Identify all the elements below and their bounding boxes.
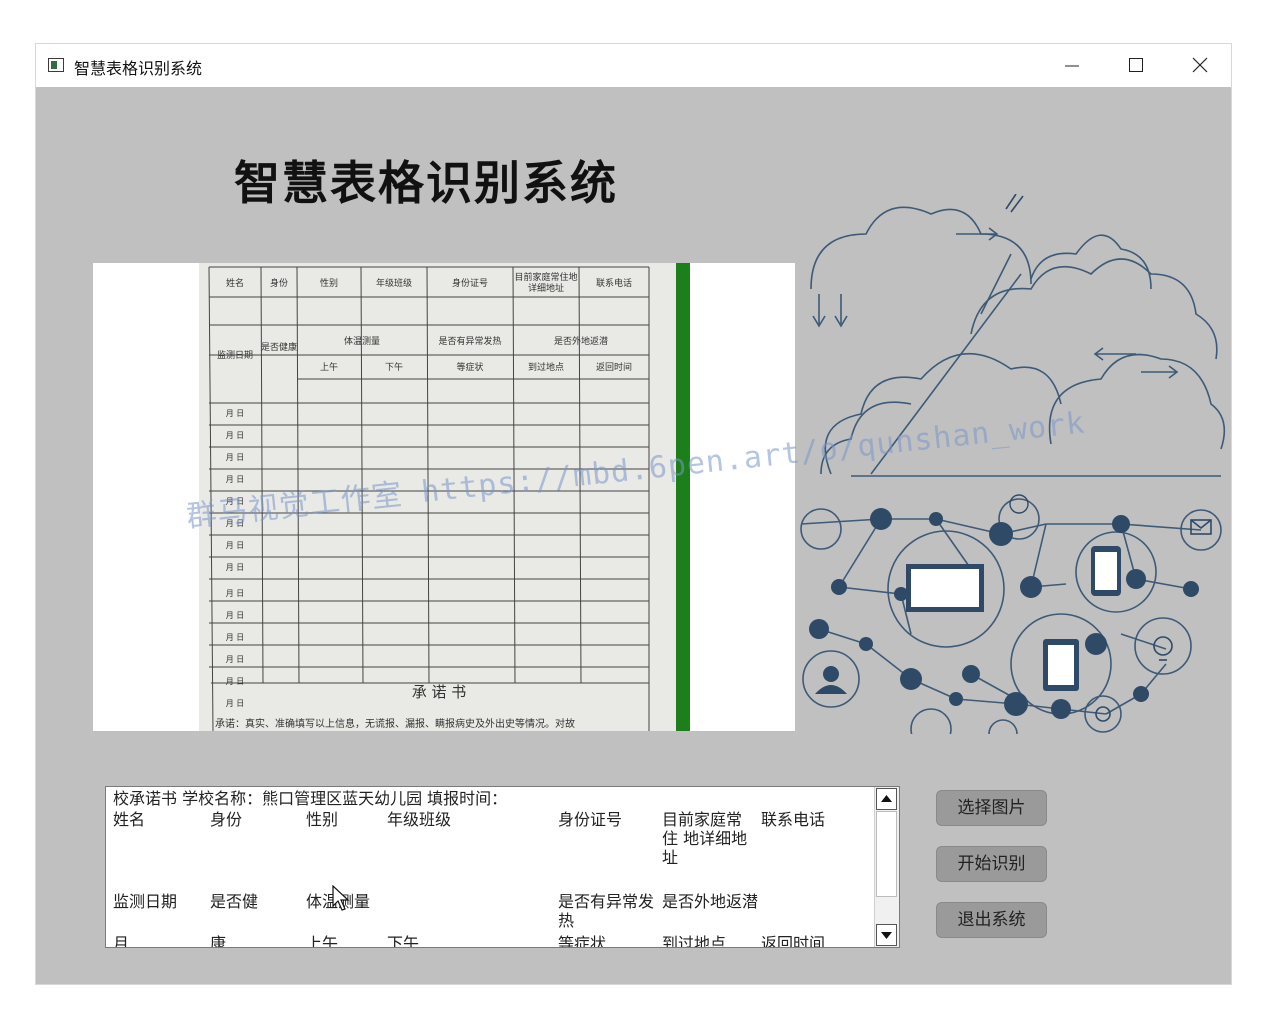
minimize-icon	[1065, 65, 1079, 67]
form-cell-text: 月 日	[225, 563, 245, 572]
form-cell-text: 月 日	[225, 655, 245, 664]
form-cell-text: 等症状	[456, 363, 484, 373]
app-icon	[48, 58, 64, 72]
title-bar[interactable]: 智慧表格识别系统	[36, 44, 1231, 87]
window-title: 智慧表格识别系统	[74, 59, 203, 78]
pledge-text: 承诺：真实、准确填写以上信息，无谎报、漏报、瞒报病史及外出史等情况。对故	[215, 719, 575, 730]
form-cell-text: 月 日	[225, 611, 245, 620]
result-text-cell: 等症状	[558, 934, 607, 948]
close-button[interactable]	[1168, 44, 1232, 87]
form-cell-text: 月 日	[225, 589, 245, 598]
form-cell-text: 月 日	[225, 541, 245, 550]
form-cell-text: 联系电话	[595, 279, 632, 289]
form-cell-text: 体温测量	[343, 337, 380, 347]
exit-system-button[interactable]: 退出系统	[936, 902, 1047, 938]
result-text-cell: 址	[662, 848, 679, 867]
form-cell-text: 是否有异常发热	[438, 337, 502, 347]
scroll-down-button[interactable]	[876, 924, 897, 946]
form-cell-text: 身份	[269, 279, 288, 289]
result-text-cell: 月	[113, 934, 130, 948]
mouse-cursor-icon	[332, 885, 350, 911]
result-text-cell: 联系电话	[761, 810, 826, 829]
main-window: 智慧表格识别系统 智慧表格识别系统 姓名 身份 性别 年级班级 身份证号 目前家…	[36, 44, 1231, 984]
scroll-up-button[interactable]	[876, 788, 897, 810]
result-text-cell: 住 地详细地	[662, 829, 748, 848]
vertical-scrollbar[interactable]	[874, 787, 899, 947]
select-image-button[interactable]: 选择图片	[936, 790, 1047, 826]
result-text-cell: 姓名	[113, 810, 146, 829]
form-cell-text: 上午	[319, 363, 338, 373]
scrollbar-thumb[interactable]	[876, 811, 897, 897]
form-cell-text: 姓名	[225, 279, 244, 289]
result-text-cell: 校承诺书 学校名称：熊口管理区蓝天幼儿园 填报时间：	[113, 789, 508, 808]
form-cell-text: 返回时间	[595, 363, 632, 373]
triangle-down-icon	[881, 932, 892, 939]
result-text-cell: 是否外地返潜	[662, 892, 759, 911]
form-cell-text: 是否健康	[261, 343, 298, 353]
result-text-cell: 上午	[306, 934, 339, 948]
green-edge	[676, 263, 690, 731]
form-cell-text: 月 日	[225, 699, 245, 708]
form-cell-text: 性别	[319, 279, 338, 289]
result-text-cell: 身份	[210, 810, 243, 829]
result-text-cell: 性别	[306, 810, 339, 829]
close-icon	[1192, 57, 1208, 73]
form-cell-text: 月 日	[225, 453, 245, 462]
start-recognition-button[interactable]: 开始识别	[936, 846, 1047, 882]
result-text-cell: 目前家庭常	[662, 810, 743, 829]
minimize-button[interactable]	[1040, 44, 1104, 87]
result-text-cell: 身份证号	[558, 810, 623, 829]
form-cell-text: 到过地点	[527, 363, 564, 373]
form-cell-text: 是否外地返潜	[553, 337, 608, 347]
page-title: 智慧表格识别系统	[234, 156, 618, 210]
form-cell-text: 月 日	[225, 475, 245, 484]
result-text-cell: 热	[558, 911, 575, 930]
result-text-cell: 到过地点	[662, 934, 727, 948]
form-cell-text: 年级班级	[375, 279, 412, 289]
triangle-up-icon	[881, 795, 892, 802]
form-cell-text: 月 日	[225, 677, 245, 686]
form-cell-text: 下午	[384, 363, 403, 373]
form-cell-text: 身份证号	[451, 279, 488, 289]
form-cell-text: 月 日	[225, 409, 245, 418]
form-cell-text: 月 日	[225, 431, 245, 440]
result-text-cell: 年级班级	[387, 810, 452, 829]
result-text-cell: 返回时间	[761, 934, 826, 948]
result-text-cell: 康	[210, 934, 227, 948]
maximize-button[interactable]	[1104, 44, 1168, 87]
result-text-cell: 下午	[387, 934, 420, 948]
maximize-icon	[1129, 58, 1143, 72]
form-cell-text: 承 诺 书	[411, 683, 467, 701]
form-cell-text: 目前家庭常住地详细地址	[514, 273, 578, 294]
result-textarea[interactable]: 校承诺书 学校名称：熊口管理区蓝天幼儿园 填报时间： 姓名 身份 性别 年级班级 身份证号…	[105, 786, 900, 948]
form-cell-text: 监测日期	[216, 351, 253, 361]
result-text-cell: 监测日期	[113, 892, 178, 911]
result-text-cell: 是否健	[210, 892, 259, 911]
result-text-cell: 是否有异常发	[558, 892, 655, 911]
form-cell-text: 月 日	[225, 633, 245, 642]
